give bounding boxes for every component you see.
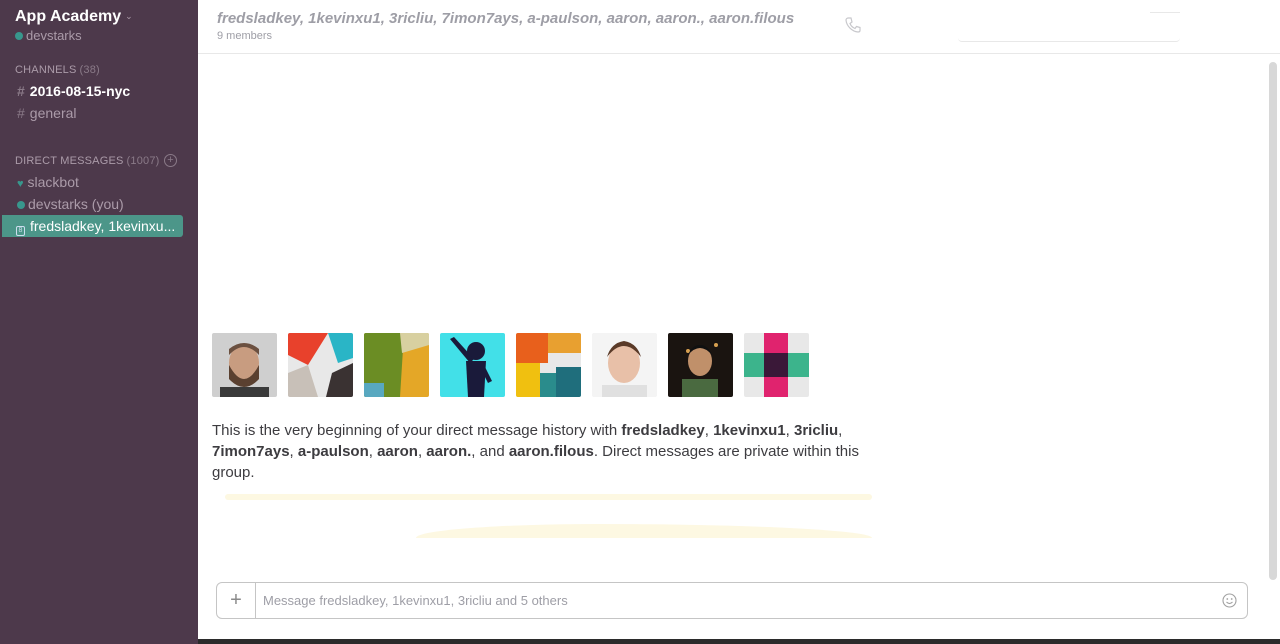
conversation-title: fredsladkey, 1kevinxu1, 3ricliu, 7imon7a… xyxy=(217,10,795,27)
avatar[interactable] xyxy=(592,333,657,397)
phone-icon[interactable] xyxy=(844,16,862,34)
member-avatars xyxy=(212,333,809,397)
add-file-button[interactable]: + xyxy=(217,583,256,618)
group-icon: 8 xyxy=(16,226,25,236)
dm-label: devstarks (you) xyxy=(28,196,124,212)
dm-title: DIRECT MESSAGES xyxy=(15,155,124,167)
presence-icon xyxy=(17,201,25,209)
avatar[interactable] xyxy=(288,333,353,397)
chevron-down-icon: ⌄ xyxy=(125,11,133,21)
avatar[interactable] xyxy=(440,333,505,397)
username: devstarks xyxy=(26,28,82,43)
member-name[interactable]: aaron.filous xyxy=(509,443,594,460)
dm-label: fredsladkey, 1kevinxu... xyxy=(30,218,176,234)
search-input[interactable] xyxy=(958,12,1180,42)
message-highlight xyxy=(225,494,872,500)
team-menu[interactable]: App Academy ⌄ xyxy=(15,8,133,26)
scrollbar[interactable] xyxy=(1269,62,1277,580)
presence-icon xyxy=(15,32,23,40)
member-count[interactable]: 9 members xyxy=(217,30,272,42)
channels-title: CHANNELS xyxy=(15,64,77,76)
channels-count: (38) xyxy=(79,64,100,76)
dm-count: (1007) xyxy=(126,155,160,167)
message-input[interactable] xyxy=(263,583,1203,618)
member-name[interactable]: 1kevinxu1 xyxy=(713,422,786,439)
avatar[interactable] xyxy=(668,333,733,397)
avatar[interactable] xyxy=(364,333,429,397)
heart-icon: ♥ xyxy=(17,178,24,190)
channel-item-general[interactable]: # general xyxy=(0,102,198,124)
member-name[interactable]: 3ricliu xyxy=(794,422,838,439)
dm-item-group[interactable]: 8 fredsladkey, 1kevinxu... xyxy=(2,215,183,237)
dm-header[interactable]: DIRECT MESSAGES (1007) xyxy=(15,155,160,167)
avatar[interactable] xyxy=(212,333,277,397)
member-name[interactable]: 7imon7ays xyxy=(212,443,290,460)
member-name[interactable]: a-paulson xyxy=(298,443,369,460)
dm-label: slackbot xyxy=(27,174,79,190)
member-name[interactable]: aaron. xyxy=(426,443,471,460)
channel-item-2016-08-15-nyc[interactable]: #2016-08-15-nyc xyxy=(0,80,198,102)
hash-icon: # xyxy=(17,83,25,99)
message-composer: + xyxy=(216,582,1248,619)
channel-header: fredsladkey, 1kevinxu1, 3ricliu, 7imon7a… xyxy=(198,0,1280,54)
channel-label: general xyxy=(29,105,77,121)
channels-header[interactable]: CHANNELS (38) xyxy=(15,64,100,76)
bottom-bar xyxy=(198,639,1280,644)
dm-item-slackbot[interactable]: ♥ slackbot xyxy=(0,171,198,193)
emoji-icon[interactable] xyxy=(1222,593,1237,608)
add-dm-icon[interactable]: + xyxy=(164,154,177,167)
channel-label: 2016-08-15-nyc xyxy=(29,83,131,99)
member-name[interactable]: aaron xyxy=(377,443,418,460)
team-name: App Academy xyxy=(15,8,122,25)
dm-intro-text: This is the very beginning of your direc… xyxy=(212,422,859,481)
avatar[interactable] xyxy=(516,333,581,397)
sidebar: App Academy ⌄ devstarks CHANNELS (38) #201… xyxy=(0,0,198,644)
dm-item-self[interactable]: devstarks (you) xyxy=(0,193,198,215)
member-name[interactable]: fredsladkey xyxy=(621,422,704,439)
current-user[interactable]: devstarks xyxy=(15,28,82,43)
hash-icon: # xyxy=(17,105,25,121)
avatar[interactable] xyxy=(744,333,809,397)
